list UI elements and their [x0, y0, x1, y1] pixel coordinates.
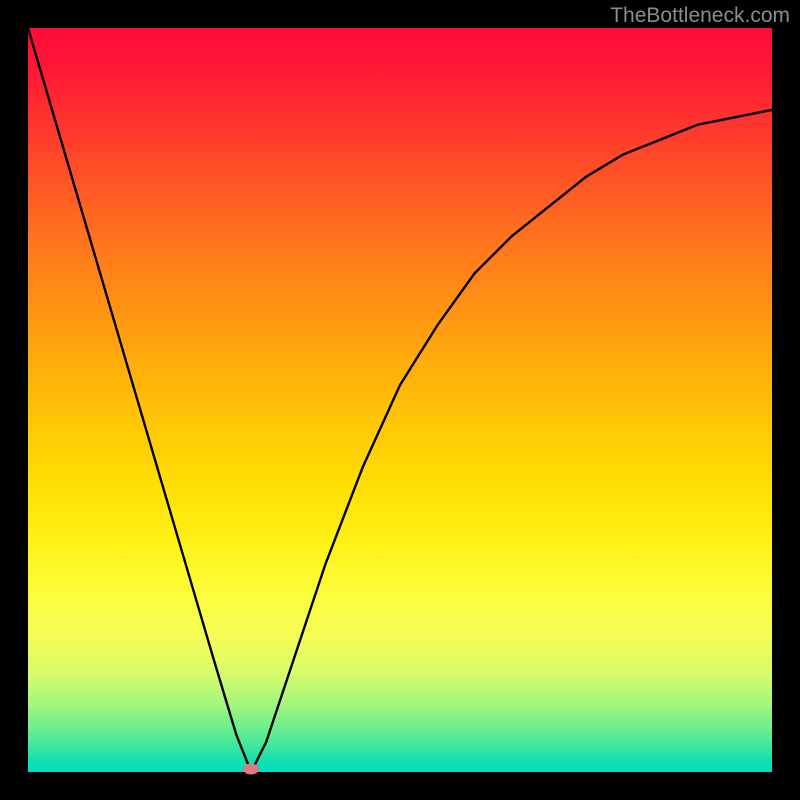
bottleneck-curve [28, 28, 772, 772]
plot-area [28, 28, 772, 772]
chart-container: TheBottleneck.com [0, 0, 800, 800]
watermark-text: TheBottleneck.com [610, 4, 790, 28]
optimum-marker [243, 764, 259, 775]
curve-layer [28, 28, 772, 772]
